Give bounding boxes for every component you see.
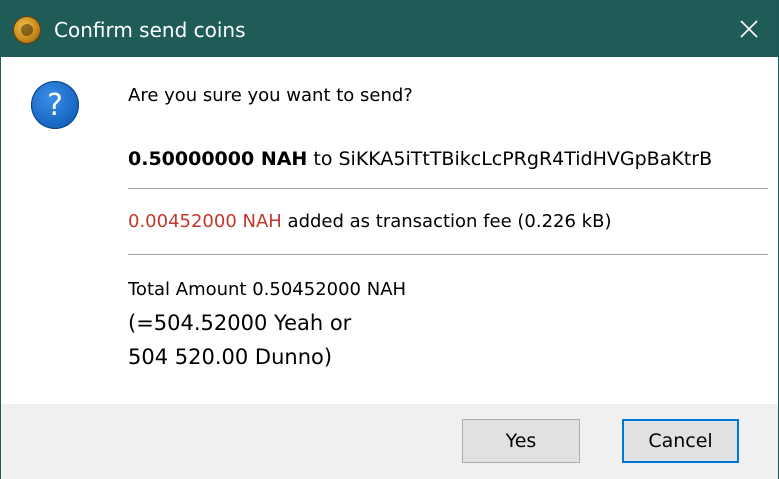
close-icon bbox=[740, 20, 758, 38]
question-icon: ? bbox=[31, 81, 79, 129]
total-conversion-line1: (=504.52000 Yeah or bbox=[128, 311, 352, 335]
fee-amount: 0.00452000 NAH bbox=[128, 211, 282, 232]
coin-app-icon bbox=[13, 16, 41, 44]
confirm-send-dialog: Confirm send coins ? Are you sure you wa… bbox=[0, 0, 779, 479]
total-amount: Total Amount 0.50452000 NAH bbox=[128, 279, 407, 300]
send-amount-line: 0.50000000 NAH to SiKKA5iTtTBikcLcPRgR4T… bbox=[128, 148, 712, 170]
cancel-button[interactable]: Cancel bbox=[622, 419, 739, 463]
fee-text: added as transaction fee (0.226 kB) bbox=[281, 211, 612, 232]
total-conversion-line2: 504 520.00 Dunno) bbox=[128, 345, 333, 369]
question-glyph: ? bbox=[47, 87, 63, 123]
yes-button[interactable]: Yes bbox=[462, 419, 580, 463]
recipient-address: SiKKA5iTtTBikcLcPRgR4TidHVGpBaKtrB bbox=[338, 148, 713, 170]
dialog-title: Confirm send coins bbox=[54, 18, 246, 42]
to-word: to bbox=[307, 148, 339, 170]
fee-line: 0.00452000 NAH added as transaction fee … bbox=[128, 211, 611, 232]
close-button[interactable] bbox=[720, 1, 778, 57]
separator bbox=[128, 188, 768, 189]
send-amount: 0.50000000 NAH bbox=[128, 148, 308, 170]
confirm-question: Are you sure you want to send? bbox=[128, 85, 413, 106]
separator bbox=[128, 254, 768, 255]
title-bar[interactable]: Confirm send coins bbox=[1, 1, 778, 57]
